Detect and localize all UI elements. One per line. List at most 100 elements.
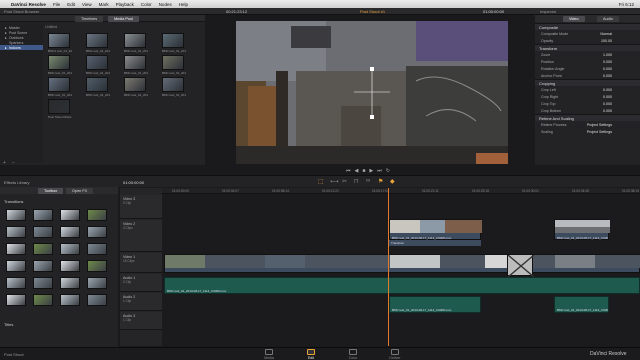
video2-clip-2[interactable]: BMC test_01_2013-08-17_1114_C0008.mov [554,219,610,240]
cross-dissolve-transition[interactable] [507,254,535,278]
transition-preset[interactable] [33,277,53,289]
page-color[interactable]: Color [339,349,367,360]
track-header[interactable]: Video 23 Clips [120,220,162,252]
inspector-row-value[interactable]: 100.00 [601,39,612,43]
link-icon[interactable]: ∞ [366,178,370,184]
inspector-row-value[interactable]: 0.000 [603,67,612,71]
reverse-icon[interactable]: ◀ [355,168,359,174]
transition-preset[interactable] [6,209,26,221]
audio3-clip[interactable]: BMC test_01_2013-08-17_1114_C0008.mov [554,296,609,313]
audio2-clip[interactable]: BMC test_01_2013-08-17_1114_C0008.mov [389,296,481,313]
tab-media-pool[interactable]: Media Pool [108,16,139,22]
tab-video[interactable]: Video [563,16,585,22]
page-edit[interactable]: Edit [297,349,325,360]
menu-file[interactable]: File [53,2,60,7]
inspector-row-value[interactable]: Normal [600,32,612,36]
blade-tool-icon[interactable]: ✂ [342,178,347,185]
media-clip[interactable]: BMC test_01_2013-08-17_1114_C0010.mov [86,77,110,97]
marker-icon[interactable]: ◆ [390,178,395,185]
media-clip[interactable]: BMC test_01_2013-08-17_1114_C0005.mov [48,55,72,75]
inspector-row[interactable]: Composite Mode Normal [535,30,640,37]
inspector-row-value[interactable]: 0.000 [603,95,612,99]
transition-preset[interactable] [6,226,26,238]
inspector-section-header[interactable]: Transform [535,44,640,51]
inspector-row[interactable]: Scaling Project Settings [535,128,640,135]
menu-playback[interactable]: Playback [116,2,134,7]
media-clip[interactable]: Post Shoot Music.wav [48,99,72,119]
audio1-clip[interactable]: BMC test_01_2013-08-17_1114_C0008.mov [164,277,640,294]
media-clip[interactable]: BMC test_01_2013-08-17_1114_C0004.mov [162,33,186,53]
menu-help[interactable]: Help [179,2,188,7]
tab-toolbox[interactable]: Toolbox [38,188,64,194]
video1-track-clips[interactable] [164,254,640,273]
viewer-frame[interactable] [236,21,508,164]
inspector-row[interactable]: Crop Bottom 0.000 [535,107,640,114]
page-deliver[interactable]: Deliver [381,349,409,360]
transition-preset[interactable] [6,243,26,255]
media-clip[interactable]: BMC test_01_2013-08-17_1114_C0011.mov [124,77,148,97]
inspector-row-value[interactable]: Project Settings [587,130,612,134]
transition-preset[interactable] [87,243,107,255]
transition-preset[interactable] [6,294,26,306]
inspector-row-value[interactable]: Project Settings [587,123,612,127]
tab-audio[interactable]: Audio [597,16,619,22]
menu-view[interactable]: View [82,2,92,7]
track-header[interactable]: Audio 31 Clip [120,312,162,330]
transition-preset[interactable] [87,294,107,306]
transition-preset[interactable] [6,260,26,272]
media-clip[interactable]: BMC1 test_01_2013-08-17_1114_C0001.mov [48,33,72,53]
menu-nodes[interactable]: Nodes [159,2,172,7]
media-clip[interactable]: BMC test_01_2013-08-17_1114_C0008.mov [162,55,186,75]
transition-preset[interactable] [33,209,53,221]
inspector-row[interactable]: Crop Left 0.000 [535,86,640,93]
media-clip[interactable]: BMC test_01_2013-08-17_1114_C0006.mov [86,55,110,75]
transition-preset[interactable] [60,209,80,221]
flag-icon[interactable]: ⚑ [378,178,383,185]
playhead[interactable] [388,188,389,346]
media-clip[interactable]: BMC test_01_2013-08-17_1114_C0007.mov [124,55,148,75]
transition-preset[interactable] [33,294,53,306]
remove-icon[interactable]: − [12,160,15,166]
media-clip[interactable]: BMC test_01_2013-08-17_1114_C0009.mov [48,77,72,97]
inspector-row-value[interactable]: 1.000 [603,53,612,57]
track-header[interactable]: Audio 21 Clip [120,293,162,311]
trim-tool-icon[interactable]: ⟷ [330,178,339,185]
inspector-row-value[interactable]: 0.000 [603,109,612,113]
jump-start-icon[interactable]: ⏮ [346,168,351,174]
media-clip[interactable]: BMC test_01_2013-08-17_1114_C0002.mov [86,33,110,53]
menu-color[interactable]: Color [141,2,152,7]
transition-preset[interactable] [87,260,107,272]
tab-timelines[interactable]: Timelines [75,16,104,22]
tab-open-fx[interactable]: Open FX [66,188,94,194]
stop-icon[interactable]: ■ [362,168,365,174]
inspector-row[interactable]: Retime Process Project Settings [535,121,640,128]
transition-preset[interactable] [6,277,26,289]
inspector-row-value[interactable]: 0.000 [603,88,612,92]
jump-end-icon[interactable]: ⏭ [377,168,382,174]
inspector-row[interactable]: Rotation Angle 0.000 [535,65,640,72]
transition-bar[interactable]: Transition [389,240,481,246]
media-clip[interactable]: BMC test_01_2013-08-17_1114_C0012.mov [162,77,186,97]
inspector-section-header[interactable]: Composite [535,23,640,30]
transition-preset[interactable] [60,243,80,255]
inspector-row-value[interactable]: 0.000 [603,60,612,64]
inspector-row[interactable]: Position 0.000 [535,58,640,65]
play-icon[interactable]: ▶ [369,168,373,174]
transition-preset[interactable] [33,260,53,272]
track-header[interactable]: Video 1 15 Clips [120,253,162,273]
timeline-ruler[interactable]: 01:00:00:00 01:00:04:07 01:00:08:14 01:00:1… [162,188,640,194]
selection-tool-icon[interactable]: ⬚ [318,178,324,185]
inspector-row-value[interactable]: 0.000 [603,102,612,106]
transition-preset[interactable] [33,243,53,255]
transition-preset[interactable] [60,294,80,306]
menu-edit[interactable]: Edit [67,2,75,7]
menu-mark[interactable]: Mark [99,2,109,7]
app-menu[interactable]: DaVinci Resolve [11,2,46,7]
viewer-clip-name[interactable]: Post Shoot #1 [360,9,385,14]
inspector-row[interactable]: Crop Right 0.000 [535,93,640,100]
transition-preset[interactable] [87,209,107,221]
bin-indoors[interactable]: ▸ Indoors [0,45,43,50]
inspector-row[interactable]: Anchor Point 0.000 [535,72,640,79]
add-icon[interactable]: + [3,160,6,166]
inspector-section-header[interactable]: Retime And Scaling [535,114,640,121]
